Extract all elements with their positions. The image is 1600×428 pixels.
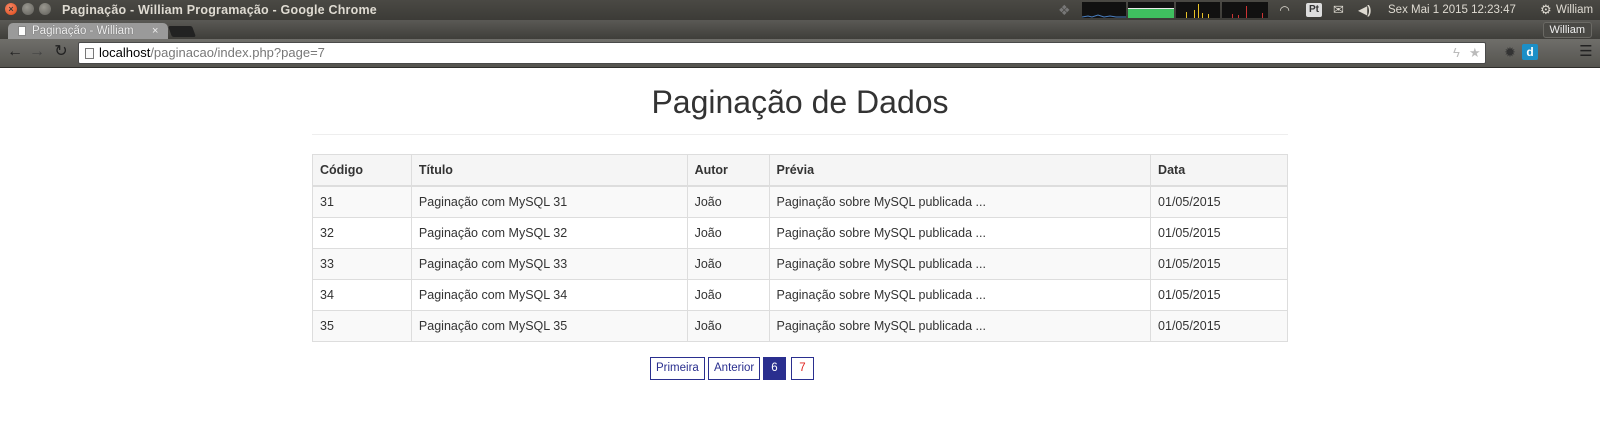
active-tab-content[interactable]: Paginação - William × (16, 23, 166, 39)
cell-previa: Paginação sobre MySQL publicada ... (768, 185, 1152, 218)
os-top-panel: × Paginação - William Programação - Goog… (0, 0, 1600, 20)
window-maximize-button[interactable] (39, 3, 51, 15)
column-header-codigo: Código (312, 154, 412, 187)
first-page-link[interactable]: Primeira (650, 357, 705, 380)
cell-autor: João (686, 279, 770, 311)
session-user[interactable]: William (1556, 0, 1593, 20)
cell-autor: João (686, 217, 770, 249)
page-title: Paginação de Dados (651, 84, 949, 120)
cpu-graph[interactable] (1082, 2, 1126, 18)
extension-d-icon[interactable]: d (1522, 44, 1538, 60)
table-row: 31 Paginação com MySQL 31 João Paginação… (312, 185, 1288, 218)
window-minimize-button[interactable] (22, 3, 34, 15)
extension-gear-icon[interactable]: ✹ (1502, 44, 1518, 60)
memory-graph[interactable] (1128, 2, 1174, 18)
cell-codigo: 35 (312, 310, 412, 342)
cell-previa: Paginação sobre MySQL publicada ... (768, 217, 1152, 249)
profile-button[interactable]: William (1542, 22, 1592, 38)
cell-titulo: Paginação com MySQL 32 (410, 217, 688, 249)
tab-title: Paginação - William (32, 25, 134, 37)
url-path: /paginacao/index.php?page=7 (150, 45, 325, 60)
clock[interactable]: Sex Mai 1 2015 12:23:47 (1388, 0, 1516, 20)
new-tab-button[interactable] (167, 26, 197, 37)
url-host: localhost (99, 45, 151, 60)
cell-data: 01/05/2015 (1150, 310, 1288, 342)
mail-icon[interactable]: ✉ (1333, 0, 1344, 20)
page-favicon-icon (18, 26, 26, 36)
cell-codigo: 33 (312, 248, 412, 280)
url-text[interactable]: localhost/paginacao/index.php?page=7 (99, 43, 325, 63)
cell-codigo: 32 (312, 217, 412, 249)
cell-codigo: 31 (312, 185, 412, 218)
table-row: 33 Paginação com MySQL 33 João Paginação… (312, 248, 1288, 280)
disk-graph[interactable] (1222, 2, 1268, 18)
cell-previa: Paginação sobre MySQL publicada ... (768, 310, 1152, 342)
cell-data: 01/05/2015 (1150, 185, 1288, 218)
page-info-icon[interactable] (85, 48, 94, 59)
previous-page-link[interactable]: Anterior (708, 357, 761, 380)
cell-titulo: Paginação com MySQL 33 (410, 248, 688, 280)
address-bar[interactable]: localhost/paginacao/index.php?page=7 ϟ ★ (78, 42, 1486, 64)
current-page-link[interactable]: 6 (763, 357, 786, 380)
cell-autor: João (686, 185, 770, 218)
page-link-7[interactable]: 7 (791, 357, 814, 380)
table-row: 35 Paginação com MySQL 35 João Paginação… (312, 310, 1288, 342)
column-header-titulo: Título (410, 154, 688, 187)
cell-codigo: 34 (312, 279, 412, 311)
cell-autor: João (686, 248, 770, 280)
cell-data: 01/05/2015 (1150, 248, 1288, 280)
window-close-button[interactable]: × (5, 3, 17, 15)
cell-autor: João (686, 310, 770, 342)
page-header: Paginação de Dados (312, 76, 1288, 135)
data-table: Código Título Autor Prévia Data 31 Pagin… (312, 154, 1288, 342)
table-row: 32 Paginação com MySQL 32 João Paginação… (312, 217, 1288, 249)
cell-titulo: Paginação com MySQL 31 (410, 185, 688, 218)
dropbox-icon[interactable]: ❖ (1058, 0, 1071, 20)
tab-strip: Paginação - William × (0, 20, 1600, 39)
column-header-data: Data (1150, 154, 1288, 187)
cell-data: 01/05/2015 (1150, 217, 1288, 249)
column-header-previa: Prévia (768, 154, 1152, 187)
cell-data: 01/05/2015 (1150, 279, 1288, 311)
wifi-icon[interactable]: ◠ (1280, 0, 1289, 20)
forward-arrow-icon[interactable]: → (28, 43, 46, 61)
volume-icon[interactable]: ◀) (1358, 0, 1371, 20)
cell-titulo: Paginação com MySQL 35 (410, 310, 688, 342)
browser-toolbar: ← → ↻ localhost/paginacao/index.php?page… (0, 39, 1600, 68)
chrome-menu-icon[interactable]: ☰ (1578, 44, 1594, 60)
cell-previa: Paginação sobre MySQL publicada ... (768, 279, 1152, 311)
network-graph[interactable] (1176, 2, 1220, 18)
window-title: Paginação - William Programação - Google… (62, 3, 377, 17)
table-row: 34 Paginação com MySQL 34 João Paginação… (312, 279, 1288, 311)
reload-icon[interactable]: ↻ (52, 43, 70, 61)
lightning-icon[interactable]: ϟ (1453, 43, 1460, 63)
tab-close-icon[interactable]: × (152, 23, 158, 39)
table-header-row: Código Título Autor Prévia Data (312, 154, 1288, 187)
bookmark-star-icon[interactable]: ★ (1469, 43, 1481, 63)
power-gear-icon[interactable]: ⚙ (1540, 0, 1552, 20)
column-header-autor: Autor (686, 154, 770, 187)
cell-previa: Paginação sobre MySQL publicada ... (768, 248, 1152, 280)
pt-icon[interactable]: Pt (1306, 3, 1322, 17)
back-arrow-icon[interactable]: ← (6, 43, 24, 61)
cell-titulo: Paginação com MySQL 34 (410, 279, 688, 311)
